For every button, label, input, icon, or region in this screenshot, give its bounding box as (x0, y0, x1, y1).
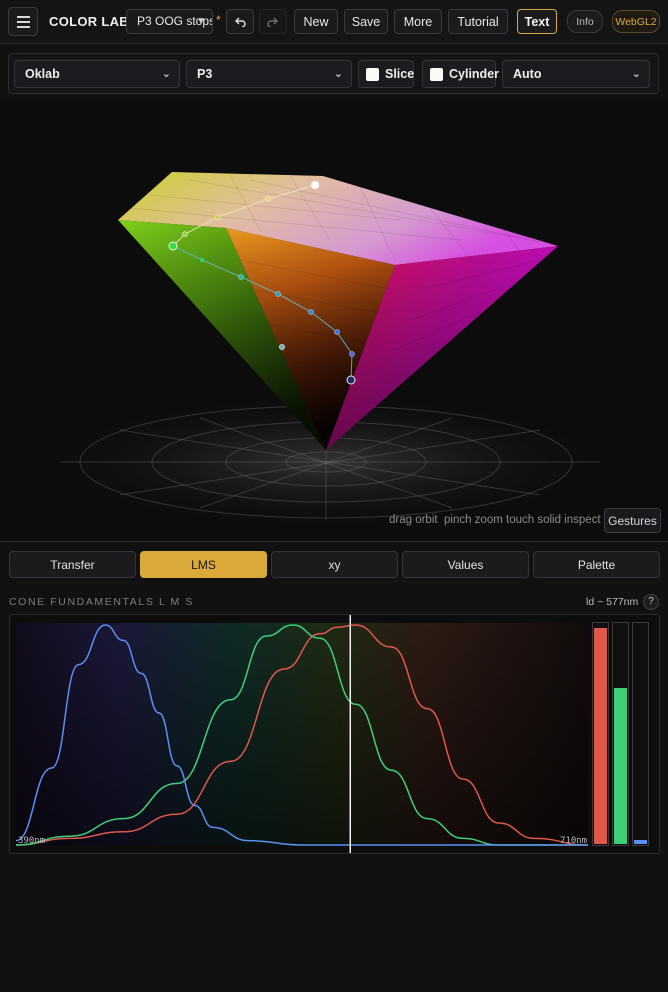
tab-palette[interactable]: Palette (533, 551, 660, 578)
gamut-select[interactable]: P3 ⌄ (186, 60, 352, 88)
chevron-down-icon: ⌄ (631, 68, 641, 80)
info-button[interactable]: Info (567, 10, 603, 33)
tab-values[interactable]: Values (402, 551, 529, 578)
hint-orbit: drag orbit (389, 514, 438, 526)
axis-max-label: 710nm (560, 836, 588, 846)
l-cone-bar (594, 628, 607, 844)
checkbox-box[interactable] (366, 68, 379, 81)
chevron-down-icon: ⌄ (161, 68, 171, 80)
color-space-value: Oklab (25, 67, 60, 81)
s-cone-bar (634, 839, 647, 844)
undo-icon (235, 17, 246, 27)
hamburger-menu-icon[interactable] (8, 7, 38, 36)
tutorial-button[interactable]: Tutorial (448, 9, 508, 34)
chevron-down-icon: ▼ (196, 16, 206, 27)
renderer-badge: WebGL2 (612, 10, 660, 33)
cone-curves-svg[interactable] (10, 615, 659, 853)
mode-select[interactable]: Auto ⌄ (502, 60, 650, 88)
axis-min-label: 390nm (18, 836, 46, 846)
l-cone-response-meter (592, 622, 609, 846)
gamut-3d-viewport[interactable] (0, 100, 668, 540)
m-cone-response-meter (612, 622, 629, 846)
slice-label: Slice (385, 67, 415, 81)
app-brand: COLOR LAB (49, 14, 129, 29)
panel-tabs: Transfer LMS xy Values Palette (0, 541, 668, 585)
redo-icon (267, 17, 278, 27)
cylinder-label: Cylinder (449, 67, 500, 81)
tab-xy[interactable]: xy (271, 551, 398, 578)
hint-inspect: touch solid inspect (506, 514, 601, 526)
gamut-value: P3 (197, 67, 213, 81)
color-space-select[interactable]: Oklab ⌄ (14, 60, 180, 88)
cone-fundamentals-chart[interactable] (9, 614, 660, 854)
mode-value: Auto (513, 67, 542, 81)
tab-transfer[interactable]: Transfer (9, 551, 136, 578)
checkbox-box[interactable] (430, 68, 443, 81)
unsaved-indicator: * (216, 13, 221, 27)
help-button[interactable]: ? (643, 594, 659, 610)
top-bar: COLOR LAB P3 OOG stops ▼ * New Save More… (0, 0, 668, 44)
more-button[interactable]: More (394, 9, 442, 34)
cylinder-checkbox[interactable]: Cylinder (422, 60, 500, 88)
tab-lms[interactable]: LMS (140, 551, 267, 578)
gestures-button[interactable]: Gestures (604, 508, 661, 533)
new-button[interactable]: New (294, 9, 338, 34)
slice-checkbox[interactable]: Slice (358, 60, 414, 88)
controls-row: Oklab ⌄ P3 ⌄ Slice Cylinder Auto ⌄ (8, 53, 659, 94)
s-cone-response-meter (632, 622, 649, 846)
text-toggle-button[interactable]: Text (517, 9, 557, 34)
panel-title: CONE FUNDAMENTALS L M S (9, 596, 194, 608)
dominant-wavelength-readout: ld ~ 577nm (586, 596, 639, 608)
preset-select[interactable]: P3 OOG stops ▼ (126, 9, 213, 34)
gamut-solid-render[interactable] (0, 100, 668, 540)
undo-button[interactable] (226, 9, 254, 34)
chevron-down-icon: ⌄ (333, 68, 343, 80)
save-button[interactable]: Save (344, 9, 388, 34)
m-cone-bar (614, 687, 627, 844)
redo-button[interactable] (259, 9, 287, 34)
hint-zoom: pinch zoom (444, 514, 503, 526)
